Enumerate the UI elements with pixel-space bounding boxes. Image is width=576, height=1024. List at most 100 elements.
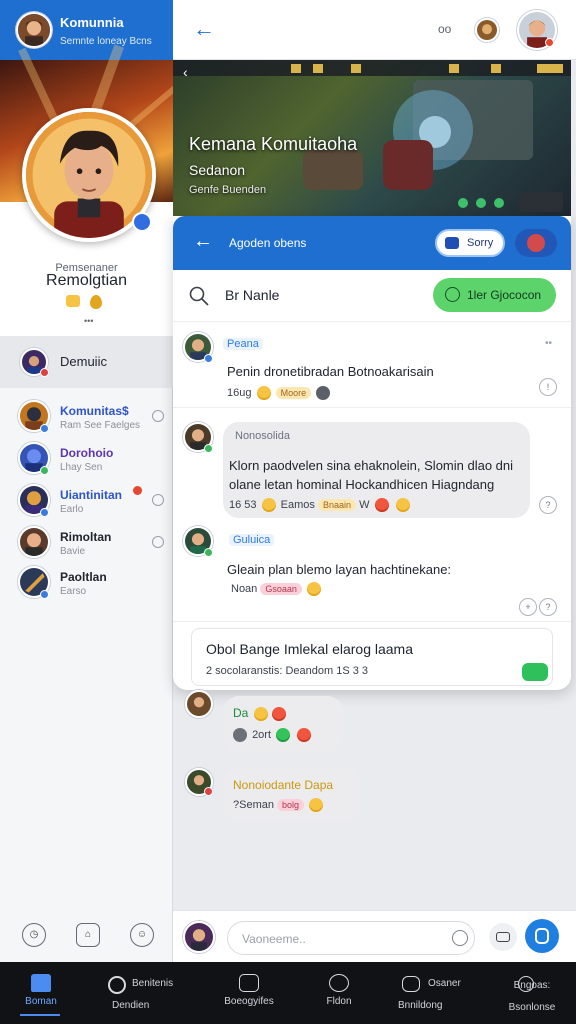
globe-icon (329, 974, 349, 992)
home-icon (31, 974, 51, 992)
reaction-icon[interactable]: ? (539, 598, 557, 616)
more-options-icon[interactable]: oo (438, 22, 451, 36)
top-bar: ← oo (173, 0, 576, 60)
banner-back-icon[interactable]: ‹ (183, 64, 188, 80)
community-avatar[interactable] (16, 12, 52, 48)
send-icon (535, 928, 549, 944)
channel-name: Paoltlan (60, 570, 107, 584)
message-text: Penin dronetibradan Botnoakarisain (227, 364, 434, 379)
notice-sub: 2 socolaranstis: Deandom 1S 3 3 (206, 665, 369, 677)
info-icon[interactable] (152, 494, 164, 506)
back-arrow-icon[interactable]: ← (193, 18, 215, 40)
info-icon[interactable] (152, 536, 164, 548)
more-dots-icon: ••• (84, 316, 94, 326)
tab-chat[interactable]: Osaner Bnnildong (388, 962, 478, 1024)
channel-sub: Earso (60, 586, 87, 597)
chat-bubble-icon (445, 287, 460, 302)
game-avatar[interactable] (475, 18, 499, 42)
channel-item[interactable]: Paoltlan Earso (0, 566, 173, 602)
feed-bubble[interactable] (223, 768, 361, 822)
feed-line: ?Seman bolg (233, 798, 325, 812)
message-item[interactable]: Peana •• Penin dronetibradan Botnoakaris… (173, 324, 571, 408)
banner-caption: Genfe Buenden (189, 184, 267, 196)
home-outline-icon[interactable]: ⌂ (76, 923, 100, 947)
channel-item[interactable]: Rimoltan Bavie (0, 526, 173, 562)
attach-icon[interactable] (489, 923, 517, 951)
search-label[interactable]: Br Nanle (225, 287, 279, 303)
info-icon[interactable] (152, 410, 164, 422)
send-badge-icon[interactable] (522, 663, 548, 681)
channel-sub: Earlo (60, 504, 84, 515)
bottom-tab-bar: Boman Benitenis Dendien Boeogyifes Fldon… (0, 962, 576, 1024)
channel-item[interactable]: Dorohoio Lhay Sen (0, 442, 173, 478)
composer-avatar[interactable] (183, 921, 215, 953)
search-icon (108, 976, 126, 994)
channel-name: Dorohoio (60, 446, 114, 460)
unread-badge (133, 486, 142, 495)
panel-title: Agoden obens (229, 236, 307, 250)
app-title: Komunnia (60, 15, 124, 30)
feed-avatar (185, 690, 213, 718)
channel-name: Uiantinitan (60, 488, 122, 502)
message-meta: Noan Gsoaan (231, 582, 323, 596)
channel-sub: Bavie (60, 546, 86, 557)
message-sender: Peana (223, 338, 263, 350)
clock-icon[interactable]: ◷ (22, 923, 46, 947)
brand-icon (445, 237, 459, 249)
verified-badge-icon (132, 212, 152, 232)
notice-card[interactable]: Obol Bange Imlekal elarog laama 2 socola… (191, 628, 553, 686)
composer: Vaoneeme.. (173, 910, 576, 962)
green-action-button[interactable]: 1ler Gjococon (433, 278, 556, 312)
sidebar: Komunnia Semnte loneay Bcns Pemsenaner R… (0, 0, 192, 962)
feed-sender: Nonoiodante Dapa (233, 778, 334, 792)
sorry-button[interactable]: Sorry (435, 229, 505, 257)
message-meta: 16ug Moore (227, 386, 332, 400)
panel-header: ← Agoden obens Sorry (173, 216, 571, 270)
community-banner: ‹ Kemana Komuitaoha Sedanon Genfe Buende… (173, 60, 571, 220)
feed-bubble[interactable] (223, 696, 343, 752)
send-button[interactable] (525, 919, 559, 953)
tab-globe[interactable]: Fldon (298, 962, 380, 1024)
message-item[interactable]: Guluica Gleain plan blemo layan hachtine… (173, 522, 571, 622)
more-dots-icon[interactable]: •• (545, 338, 552, 349)
tab-home[interactable]: Boman (0, 962, 82, 1024)
reaction-icon[interactable]: ? (539, 496, 557, 514)
panel-avatar-button[interactable] (515, 229, 557, 257)
message-text: Klorn paodvelen sina ehaknolein, Slomin … (229, 458, 514, 492)
smile-icon[interactable]: ☺ (130, 923, 154, 947)
notice-title: Obol Bange Imlekal elarog laama (206, 641, 414, 657)
chat-icon (402, 976, 420, 992)
feed-line: 2ort (231, 728, 313, 742)
profile-name: Remolgtian (46, 272, 127, 289)
camera-icon (239, 974, 259, 992)
channel-sub: Ram See Faelges (60, 420, 141, 431)
tab-camera[interactable]: Boeogyifes (208, 962, 290, 1024)
banner-subtitle: Sedanon (189, 162, 246, 178)
menu-item-demuiic[interactable]: Demuiic (0, 336, 173, 388)
message-input-placeholder: Vaoneeme.. (242, 932, 306, 946)
search-row: Br Nanle 1ler Gjococon (173, 270, 571, 322)
channel-item[interactable]: Komunitas$ Ram See Faelges (0, 400, 173, 436)
add-reaction-icon[interactable]: + (519, 598, 537, 616)
star-emoji-icon (66, 295, 80, 307)
banner-title: Kemana Komuitaoha (189, 134, 358, 154)
message-item[interactable]: Nonosolida Klorn paodvelen sina ehaknole… (173, 414, 571, 522)
tab-settings[interactable]: Bngoas: Bsonlonse (484, 962, 572, 1024)
panel-back-icon[interactable]: ← (193, 230, 213, 252)
channel-name: Komunitas$ (60, 404, 129, 418)
reaction-icon[interactable]: ! (539, 378, 557, 396)
message-meta: 16 53 Eamos Bnaain W (229, 498, 412, 512)
message-input[interactable]: Vaoneeme.. (227, 921, 475, 955)
menu-item-label: Demuiic (60, 354, 107, 369)
message-text: Gleain plan blemo layan hachtinekane: (227, 562, 452, 577)
emoji-icon[interactable] (452, 930, 468, 946)
emoji-avatar-icon (527, 234, 545, 252)
tab-search[interactable]: Benitenis Dendien (96, 962, 178, 1024)
message-sender: Guluica (229, 534, 275, 546)
message-sender: Nonosolida (235, 430, 291, 442)
search-icon[interactable] (189, 286, 209, 306)
chat-panel: ← Agoden obens Sorry Br Nanle 1ler Gjoco… (173, 216, 571, 690)
channel-sub: Lhay Sen (60, 462, 103, 473)
feed-sender: Da (233, 706, 288, 721)
channel-item[interactable]: Uiantinitan Earlo (0, 484, 173, 520)
